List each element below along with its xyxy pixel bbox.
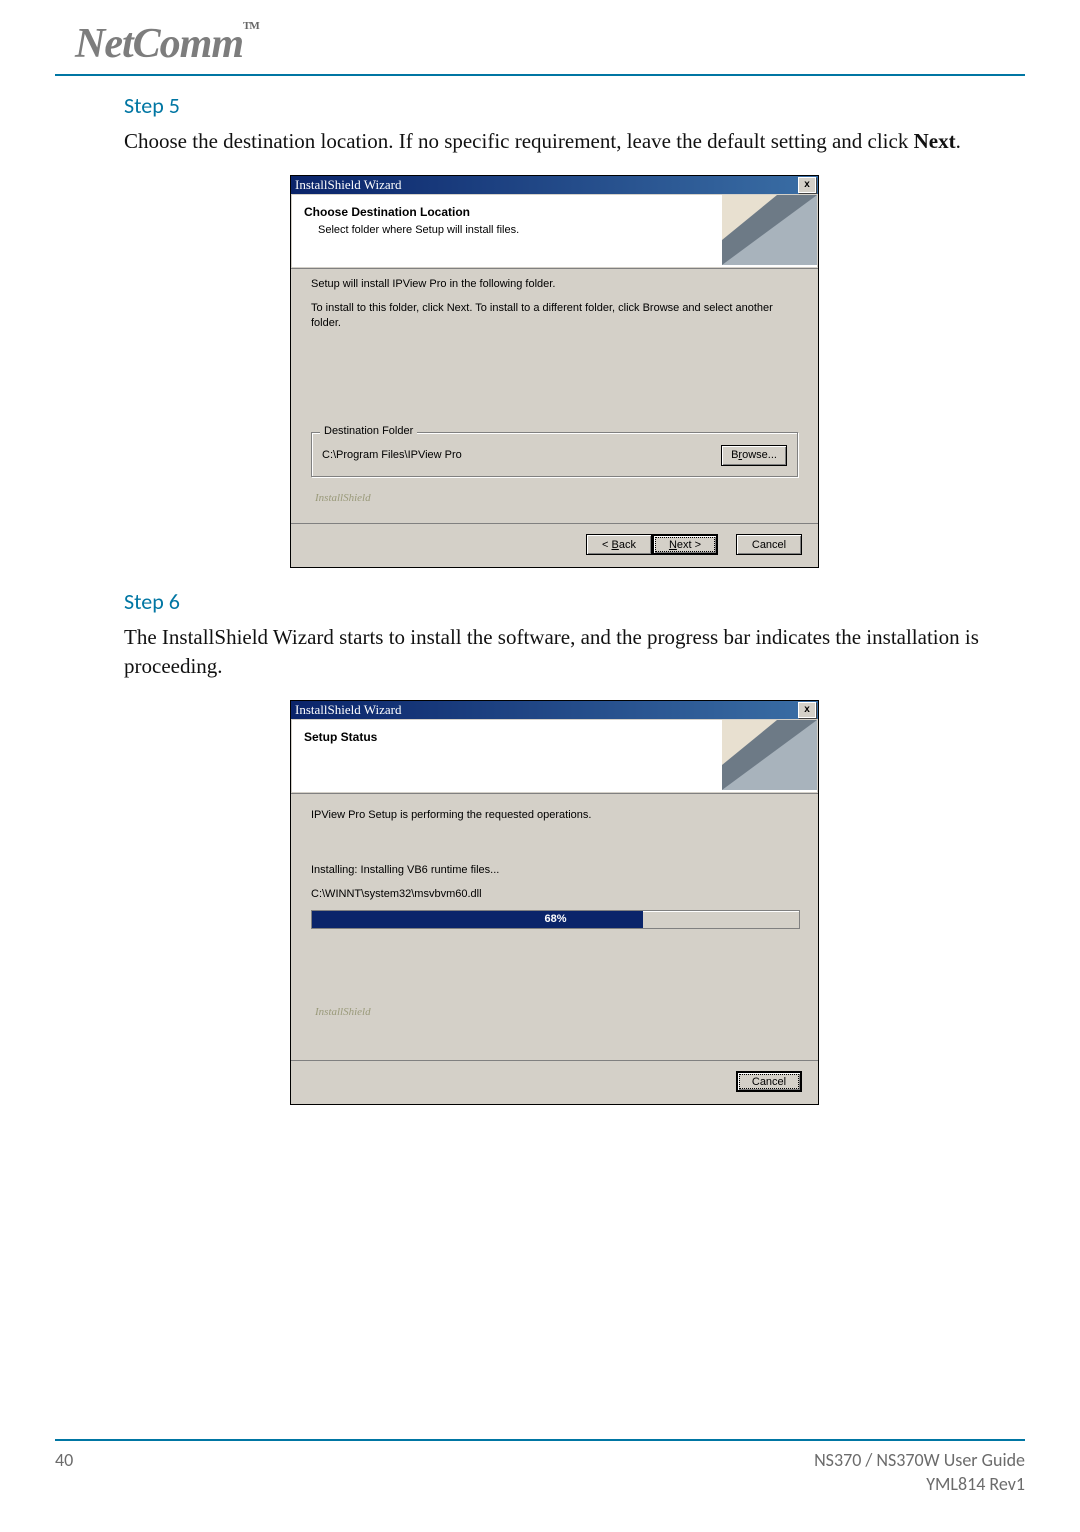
back-button[interactable]: < Back <box>586 534 652 555</box>
page-curl-graphic <box>722 720 817 790</box>
titlebar[interactable]: InstallShield Wizard x <box>291 176 818 194</box>
guide-title: NS370 / NS370W User Guide <box>814 1449 1025 1472</box>
wizard-button-row: < Back Next > Cancel <box>291 523 818 567</box>
page-content: Step 5 Choose the destination location. … <box>0 76 1080 1105</box>
wizard-header-panel: Setup Status <box>292 720 817 792</box>
titlebar-text: InstallShield Wizard <box>295 702 401 718</box>
progress-percent: 68% <box>312 911 799 928</box>
trademark-symbol: TM <box>243 20 259 32</box>
browse-button[interactable]: Browse... <box>721 445 787 466</box>
destination-path: C:\Program Files\IPView Pro <box>322 449 462 461</box>
progress-bar: 68% <box>311 910 800 929</box>
group-box-title: Destination Folder <box>320 425 417 437</box>
titlebar[interactable]: InstallShield Wizard x <box>291 701 818 719</box>
cancel-button[interactable]: Cancel <box>736 1071 802 1092</box>
status-line: IPView Pro Setup is performing the reque… <box>311 808 798 823</box>
page-footer: 40 NS370 / NS370W User Guide YML814 Rev1 <box>55 1439 1025 1496</box>
body-line-2: To install to this folder, click Next. T… <box>311 301 798 332</box>
destination-folder-group: Destination Folder C:\Program Files\IPVi… <box>311 432 798 477</box>
footer-right: NS370 / NS370W User Guide YML814 Rev1 <box>814 1449 1025 1496</box>
page-number: 40 <box>55 1449 73 1496</box>
brand-logo: NetCommTM <box>75 21 259 67</box>
wizard-body: IPView Pro Setup is performing the reque… <box>291 793 818 1060</box>
next-button[interactable]: Next > <box>652 534 718 555</box>
page-header: NetCommTM <box>0 0 1080 68</box>
installing-line: Installing: Installing VB6 runtime files… <box>311 863 798 878</box>
installshield-label: InstallShield <box>311 1006 371 1020</box>
installshield-label: InstallShield <box>311 492 371 506</box>
revision: YML814 Rev1 <box>814 1473 1025 1496</box>
install-wizard-dialog-status: InstallShield Wizard x Setup Status IPVi… <box>290 700 819 1105</box>
step6-heading: Step 6 <box>124 588 985 615</box>
close-button[interactable]: x <box>798 702 816 718</box>
installing-file: C:\WINNT\system32\msvbvm60.dll <box>311 887 798 902</box>
cancel-button[interactable]: Cancel <box>736 534 802 555</box>
wizard-body: Setup will install IPView Pro in the fol… <box>291 268 818 523</box>
titlebar-text: InstallShield Wizard <box>295 177 401 193</box>
close-button[interactable]: x <box>798 177 816 193</box>
step5-text: Choose the destination location. If no s… <box>124 127 985 155</box>
step5-heading: Step 5 <box>124 92 985 119</box>
install-wizard-dialog-destination: InstallShield Wizard x Choose Destinatio… <box>290 175 819 568</box>
step6-text: The InstallShield Wizard starts to insta… <box>124 623 985 680</box>
wizard-header-panel: Choose Destination Location Select folde… <box>292 195 817 267</box>
page-curl-graphic <box>722 195 817 265</box>
wizard-button-row: Cancel <box>291 1060 818 1104</box>
body-line-1: Setup will install IPView Pro in the fol… <box>311 277 798 292</box>
